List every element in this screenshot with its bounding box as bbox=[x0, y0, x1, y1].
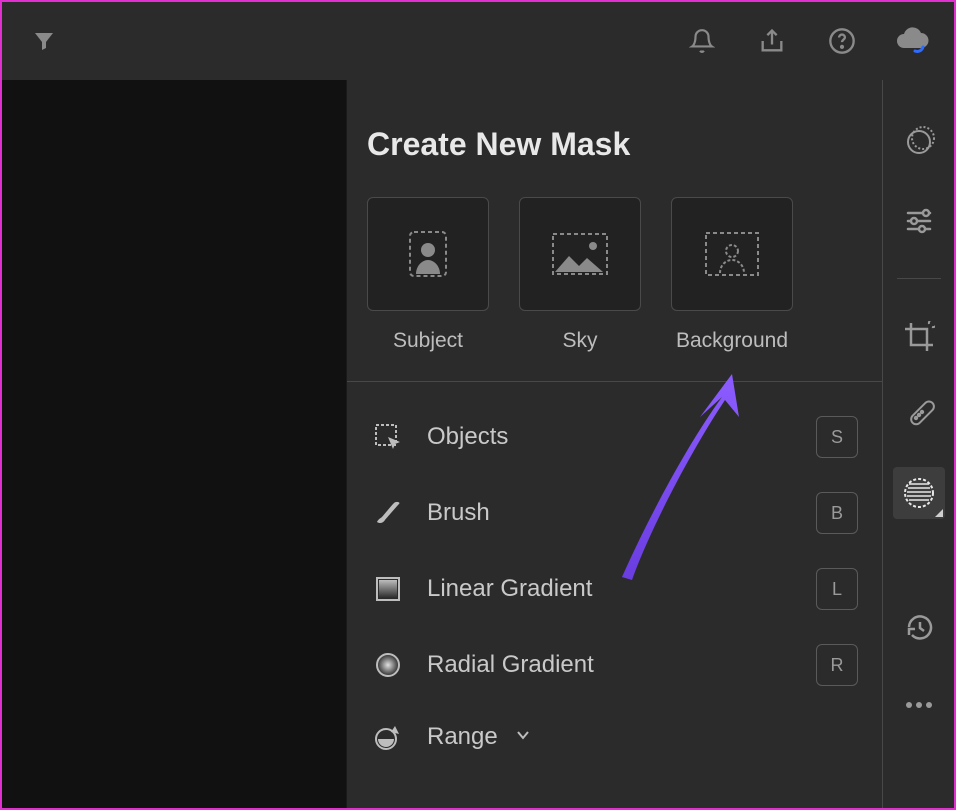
healing-tool[interactable] bbox=[893, 389, 945, 441]
brush-shortcut: B bbox=[816, 492, 858, 534]
sky-icon bbox=[549, 230, 611, 278]
right-tool-rail bbox=[882, 80, 954, 808]
crop-tool[interactable] bbox=[893, 311, 945, 363]
range-icon bbox=[371, 720, 405, 754]
edit-tool[interactable] bbox=[893, 116, 945, 168]
sky-label: Sky bbox=[562, 329, 597, 353]
brush-label: Brush bbox=[427, 499, 794, 527]
objects-label: Objects bbox=[427, 423, 794, 451]
subject-icon bbox=[400, 226, 456, 282]
range-label: Range bbox=[427, 723, 858, 751]
masking-tool[interactable] bbox=[893, 467, 945, 519]
help-icon[interactable] bbox=[824, 23, 860, 59]
tool-list: Objects S Brush B Linear Gradient L bbox=[347, 382, 882, 754]
linear-gradient-label: Linear Gradient bbox=[427, 575, 794, 603]
radial-gradient-label: Radial Gradient bbox=[427, 651, 794, 679]
tool-radial-gradient[interactable]: Radial Gradient R bbox=[371, 644, 858, 686]
linear-gradient-shortcut: L bbox=[816, 568, 858, 610]
subject-card[interactable] bbox=[367, 197, 489, 311]
subject-label: Subject bbox=[393, 329, 463, 353]
mask-panel: Create New Mask Subject bbox=[346, 80, 882, 808]
objects-shortcut: S bbox=[816, 416, 858, 458]
radial-gradient-shortcut: R bbox=[816, 644, 858, 686]
objects-icon bbox=[371, 420, 405, 454]
top-toolbar bbox=[2, 2, 954, 80]
tool-range[interactable]: Range bbox=[371, 720, 858, 754]
funnel-icon[interactable] bbox=[26, 23, 62, 59]
chevron-down-icon bbox=[514, 723, 532, 750]
linear-gradient-icon bbox=[371, 572, 405, 606]
background-label: Background bbox=[676, 329, 788, 353]
mask-card-row: Subject Sky bbox=[347, 163, 882, 381]
brush-icon bbox=[371, 496, 405, 530]
tool-objects[interactable]: Objects S bbox=[371, 416, 858, 458]
background-icon bbox=[702, 229, 762, 279]
cloud-sync-icon[interactable] bbox=[894, 23, 930, 59]
panel-title: Create New Mask bbox=[347, 80, 882, 163]
background-card[interactable] bbox=[671, 197, 793, 311]
sky-card[interactable] bbox=[519, 197, 641, 311]
canvas-area[interactable] bbox=[2, 80, 346, 808]
tool-linear-gradient[interactable]: Linear Gradient L bbox=[371, 568, 858, 610]
share-icon[interactable] bbox=[754, 23, 790, 59]
history-tool[interactable] bbox=[893, 601, 945, 653]
sliders-tool[interactable] bbox=[893, 194, 945, 246]
tool-brush[interactable]: Brush B bbox=[371, 492, 858, 534]
radial-gradient-icon bbox=[371, 648, 405, 682]
more-icon[interactable] bbox=[893, 679, 945, 731]
bell-icon[interactable] bbox=[684, 23, 720, 59]
